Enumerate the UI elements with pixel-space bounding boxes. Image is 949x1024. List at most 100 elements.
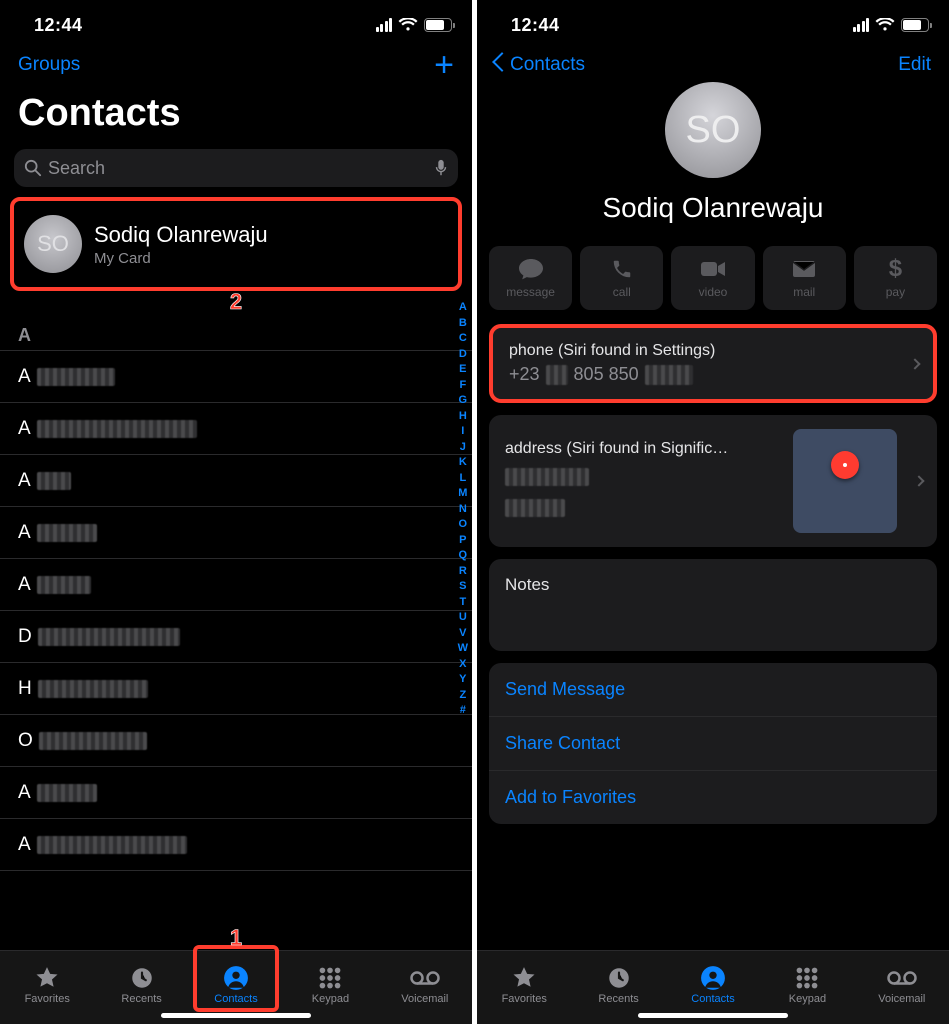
action-pay[interactable]: $ pay	[854, 246, 937, 310]
index-B[interactable]: B	[459, 316, 467, 332]
contact-row[interactable]: A	[0, 559, 472, 611]
index-I[interactable]: I	[461, 424, 464, 440]
action-mail[interactable]: mail	[763, 246, 846, 310]
wifi-icon	[875, 18, 895, 32]
alpha-index[interactable]: ABCDEFGHIJKLMNOPQRSTUVWXYZ#	[458, 300, 468, 719]
mail-icon	[792, 257, 816, 281]
avatar[interactable]: SO	[665, 82, 761, 178]
search-icon	[24, 159, 42, 177]
tab-voicemail[interactable]: Voicemail	[855, 951, 949, 1024]
index-E[interactable]: E	[459, 362, 466, 378]
favorites-icon	[34, 965, 60, 991]
index-#[interactable]: #	[460, 703, 466, 719]
contact-row[interactable]: D	[0, 611, 472, 663]
index-D[interactable]: D	[459, 347, 467, 363]
tab-favorites[interactable]: Favorites	[477, 951, 571, 1024]
contacts-list-screen: 12:44 Groups + Contacts Search SO Sodiq …	[0, 0, 472, 1024]
edit-button[interactable]: Edit	[898, 54, 931, 76]
index-G[interactable]: G	[459, 393, 468, 409]
contacts-icon	[223, 965, 249, 991]
send-message-button[interactable]: Send Message	[489, 663, 937, 717]
map-pin-icon	[831, 451, 859, 479]
index-Q[interactable]: Q	[459, 548, 468, 564]
notes-label: Notes	[489, 559, 937, 651]
index-U[interactable]: U	[459, 610, 467, 626]
status-bar: 12:44	[477, 0, 949, 40]
voicemail-icon	[887, 965, 917, 991]
index-M[interactable]: M	[458, 486, 467, 502]
contacts-list[interactable]: AAAAADHOAA	[0, 351, 472, 871]
back-label: Contacts	[510, 54, 585, 76]
index-Z[interactable]: Z	[459, 688, 466, 704]
search-field[interactable]: Search	[14, 149, 458, 187]
status-icons	[853, 18, 930, 32]
action-label: pay	[886, 285, 905, 299]
add-contact-button[interactable]: +	[434, 55, 454, 75]
pay-icon: $	[889, 257, 902, 281]
contacts-icon	[700, 965, 726, 991]
recents-icon	[606, 965, 632, 991]
call-icon	[611, 257, 633, 281]
index-W[interactable]: W	[458, 641, 468, 657]
contact-row[interactable]: A	[0, 403, 472, 455]
action-call[interactable]: call	[580, 246, 663, 310]
contact-detail-screen: 12:44 Contacts Edit SO Sodiq Olanrewaju …	[477, 0, 949, 1024]
add-to-favorites-button[interactable]: Add to Favorites	[489, 771, 937, 824]
action-video[interactable]: video	[671, 246, 754, 310]
tab-voicemail[interactable]: Voicemail	[378, 951, 472, 1024]
groups-button[interactable]: Groups	[18, 54, 80, 76]
contact-row[interactable]: A	[0, 507, 472, 559]
index-P[interactable]: P	[459, 533, 466, 549]
contact-row[interactable]: O	[0, 715, 472, 767]
index-L[interactable]: L	[459, 471, 466, 487]
contact-row[interactable]: A	[0, 351, 472, 403]
contact-row[interactable]: H	[0, 663, 472, 715]
index-R[interactable]: R	[459, 564, 467, 580]
index-A[interactable]: A	[459, 300, 467, 316]
section-header-A: A	[0, 319, 472, 351]
index-F[interactable]: F	[459, 378, 466, 394]
tab-label: Favorites	[502, 993, 547, 1005]
contact-row[interactable]: A	[0, 455, 472, 507]
callout-1: 1	[230, 925, 242, 951]
tab-favorites[interactable]: Favorites	[0, 951, 94, 1024]
recents-icon	[129, 965, 155, 991]
video-icon	[700, 257, 726, 281]
index-C[interactable]: C	[459, 331, 467, 347]
status-icons	[376, 18, 453, 32]
index-T[interactable]: T	[459, 595, 466, 611]
home-indicator[interactable]	[638, 1013, 788, 1018]
index-H[interactable]: H	[459, 409, 467, 425]
index-K[interactable]: K	[459, 455, 467, 471]
status-time: 12:44	[511, 15, 560, 36]
contact-row[interactable]: A	[0, 819, 472, 871]
contact-name: Sodiq Olanrewaju	[602, 192, 823, 224]
index-O[interactable]: O	[459, 517, 468, 533]
address-cell[interactable]: address (Siri found in Signific…	[489, 415, 937, 547]
phone-cell[interactable]: phone (Siri found in Settings) +23 805 8…	[489, 324, 937, 403]
tab-label: Recents	[598, 993, 638, 1005]
index-V[interactable]: V	[459, 626, 466, 642]
share-contact-button[interactable]: Share Contact	[489, 717, 937, 771]
tab-label: Contacts	[214, 993, 257, 1005]
index-N[interactable]: N	[459, 502, 467, 518]
contact-header: SO Sodiq Olanrewaju	[477, 82, 949, 224]
index-S[interactable]: S	[459, 579, 466, 595]
map-thumbnail[interactable]	[793, 429, 897, 533]
home-indicator[interactable]	[161, 1013, 311, 1018]
my-card-row[interactable]: SO Sodiq Olanrewaju My Card	[10, 197, 462, 291]
index-J[interactable]: J	[460, 440, 466, 456]
status-bar: 12:44	[0, 0, 472, 40]
contact-row[interactable]: A	[0, 767, 472, 819]
chevron-left-icon	[495, 55, 507, 75]
index-Y[interactable]: Y	[459, 672, 466, 688]
index-X[interactable]: X	[459, 657, 466, 673]
back-button[interactable]: Contacts	[495, 54, 585, 76]
notes-cell[interactable]: Notes	[489, 559, 937, 651]
tab-label: Contacts	[691, 993, 734, 1005]
action-message[interactable]: message	[489, 246, 572, 310]
nav-bar: Contacts Edit	[477, 40, 949, 84]
message-icon	[518, 257, 544, 281]
mic-icon[interactable]	[434, 159, 448, 177]
action-label: mail	[793, 285, 815, 299]
